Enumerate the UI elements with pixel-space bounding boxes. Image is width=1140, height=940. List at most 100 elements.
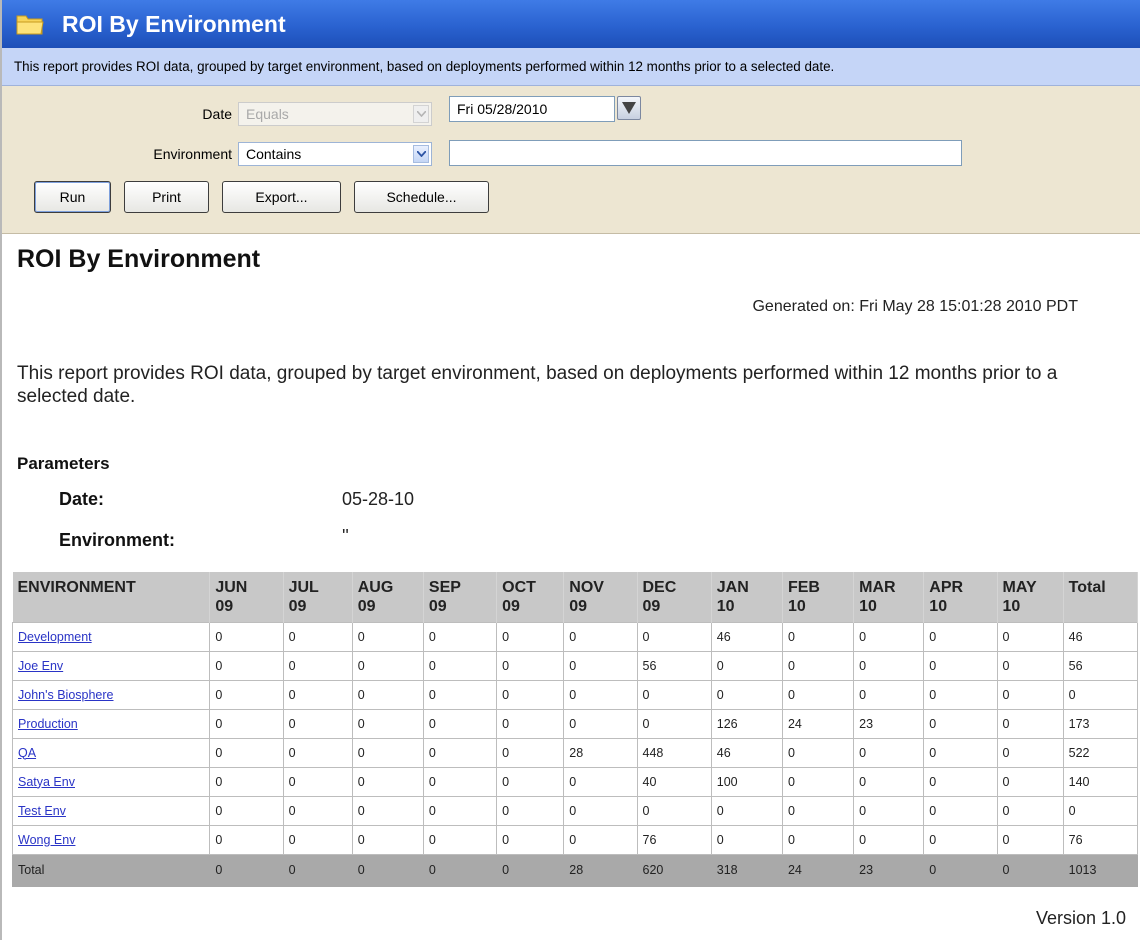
date-filter-label: Date bbox=[202, 106, 232, 122]
column-header[interactable]: MAR 10 bbox=[853, 572, 925, 622]
environment-link[interactable]: John's Biosphere bbox=[18, 688, 114, 702]
table-cell: 0 bbox=[422, 679, 498, 710]
column-header[interactable]: MAY 10 bbox=[997, 572, 1064, 622]
environment-operator-value: Contains bbox=[246, 146, 302, 162]
table-cell: 0 bbox=[996, 737, 1064, 768]
table-cell: 0 bbox=[781, 824, 855, 855]
column-header[interactable]: DEC 09 bbox=[637, 572, 712, 622]
table-cell: 76 bbox=[1062, 824, 1139, 855]
folder-icon bbox=[16, 15, 44, 35]
environment-link[interactable]: Production bbox=[18, 717, 78, 731]
table-row: Wong Env 0 0 0 0 0 0 76 0 0 0 0 0 76 bbox=[11, 824, 1139, 855]
table-cell: 0 bbox=[781, 621, 855, 652]
environment-link[interactable]: QA bbox=[18, 746, 36, 760]
column-header[interactable]: APR 10 bbox=[923, 572, 998, 622]
table-cell: 0 bbox=[563, 679, 638, 710]
table-cell: 40 bbox=[636, 766, 712, 797]
table-cell: 0 bbox=[636, 679, 712, 710]
table-cell: 0 bbox=[923, 650, 998, 681]
table-cell: 0 bbox=[853, 679, 925, 710]
environment-link[interactable]: Joe Env bbox=[18, 659, 63, 673]
calendar-dropdown-button[interactable] bbox=[617, 96, 641, 120]
table-cell: 0 bbox=[853, 737, 925, 768]
table-cell: 0 bbox=[496, 824, 565, 855]
column-header[interactable]: ENVIRONMENT bbox=[12, 572, 211, 622]
column-header-label: JUL bbox=[288, 579, 319, 596]
table-cell: 0 bbox=[923, 766, 998, 797]
environment-link[interactable]: Satya Env bbox=[18, 775, 75, 789]
column-header[interactable]: JUN 09 bbox=[209, 572, 284, 622]
environment-cell: Wong Env bbox=[11, 824, 211, 855]
generated-timestamp: Generated on: Fri May 28 15:01:28 2010 P… bbox=[752, 298, 1078, 315]
column-header-label: NOV bbox=[569, 579, 604, 596]
schedule-button[interactable]: Schedule... bbox=[354, 181, 489, 213]
table-cell: 0 bbox=[853, 621, 925, 652]
table-cell: 0 bbox=[282, 708, 353, 739]
column-header-year: 09 bbox=[502, 598, 520, 615]
column-header[interactable]: SEP 09 bbox=[423, 572, 498, 622]
date-value-text: Fri 05/28/2010 bbox=[457, 101, 548, 117]
table-cell: 0 bbox=[923, 795, 998, 826]
report-title: ROI By Environment bbox=[17, 245, 261, 273]
environment-value-input[interactable] bbox=[449, 140, 962, 166]
version-label: Version 1.0 bbox=[1035, 908, 1126, 928]
table-cell: 0 bbox=[1062, 679, 1139, 710]
print-button[interactable]: Print bbox=[124, 181, 209, 213]
table-row: Joe Env 0 0 0 0 0 0 56 0 0 0 0 0 56 bbox=[11, 650, 1139, 681]
table-cell: 0 bbox=[496, 795, 565, 826]
table-cell: 0 bbox=[351, 621, 424, 652]
total-cell: 28 bbox=[563, 853, 638, 887]
table-cell: 0 bbox=[853, 824, 925, 855]
export-button[interactable]: Export... bbox=[222, 181, 341, 213]
table-cell: 173 bbox=[1062, 708, 1139, 739]
column-header[interactable]: Total bbox=[1063, 572, 1139, 622]
table-cell: 0 bbox=[422, 737, 498, 768]
table-cell: 0 bbox=[282, 766, 353, 797]
column-header[interactable]: JAN 10 bbox=[711, 572, 783, 622]
chevron-down-icon bbox=[413, 105, 429, 123]
table-cell: 23 bbox=[853, 708, 925, 739]
environment-link[interactable]: Wong Env bbox=[18, 833, 75, 847]
filter-panel: Date Equals Fri 05/28/2010 Environment C… bbox=[2, 86, 1140, 234]
column-header[interactable]: JUL 09 bbox=[283, 572, 353, 622]
table-cell: 0 bbox=[422, 824, 498, 855]
table-row: QA 0 0 0 0 0 28 448 46 0 0 0 0 522 bbox=[11, 737, 1139, 768]
param-environment-value: '' bbox=[342, 526, 349, 546]
total-cell: 0 bbox=[422, 853, 498, 887]
table-cell: 0 bbox=[282, 737, 353, 768]
table-cell: 0 bbox=[209, 795, 284, 826]
table-cell: 0 bbox=[853, 766, 925, 797]
parameters-heading: Parameters bbox=[17, 454, 110, 473]
column-header-label: FEB bbox=[787, 579, 820, 596]
table-cell: 0 bbox=[996, 708, 1064, 739]
run-button[interactable]: Run bbox=[34, 181, 111, 213]
column-header[interactable]: AUG 09 bbox=[352, 572, 424, 622]
column-header[interactable]: OCT 09 bbox=[496, 572, 565, 622]
column-header-label: SEP bbox=[428, 579, 461, 596]
total-cell: 0 bbox=[282, 853, 353, 887]
table-cell: 0 bbox=[563, 650, 638, 681]
environment-cell: Joe Env bbox=[11, 650, 211, 681]
total-cell: 318 bbox=[710, 853, 783, 887]
table-cell: 0 bbox=[422, 708, 498, 739]
environment-cell: Satya Env bbox=[11, 766, 211, 797]
environment-filter-label: Environment bbox=[153, 146, 232, 162]
table-cell: 46 bbox=[710, 737, 783, 768]
column-header-label: MAR bbox=[859, 579, 896, 596]
date-value-input[interactable]: Fri 05/28/2010 bbox=[449, 96, 615, 122]
environment-link[interactable]: Test Env bbox=[18, 804, 66, 818]
table-cell: 0 bbox=[996, 679, 1064, 710]
date-operator-select[interactable]: Equals bbox=[238, 102, 432, 126]
column-header[interactable]: FEB 10 bbox=[782, 572, 855, 622]
table-cell: 0 bbox=[636, 621, 712, 652]
environment-operator-select[interactable]: Contains bbox=[238, 142, 432, 166]
table-cell: 0 bbox=[563, 824, 638, 855]
environment-cell: John's Biosphere bbox=[11, 679, 211, 710]
table-cell: 0 bbox=[282, 795, 353, 826]
table-cell: 0 bbox=[710, 679, 783, 710]
column-header-year: 09 bbox=[642, 598, 661, 615]
table-cell: 0 bbox=[710, 650, 783, 681]
environment-link[interactable]: Development bbox=[18, 630, 92, 644]
column-header-label: DEC bbox=[642, 579, 677, 596]
column-header[interactable]: NOV 09 bbox=[563, 572, 638, 622]
